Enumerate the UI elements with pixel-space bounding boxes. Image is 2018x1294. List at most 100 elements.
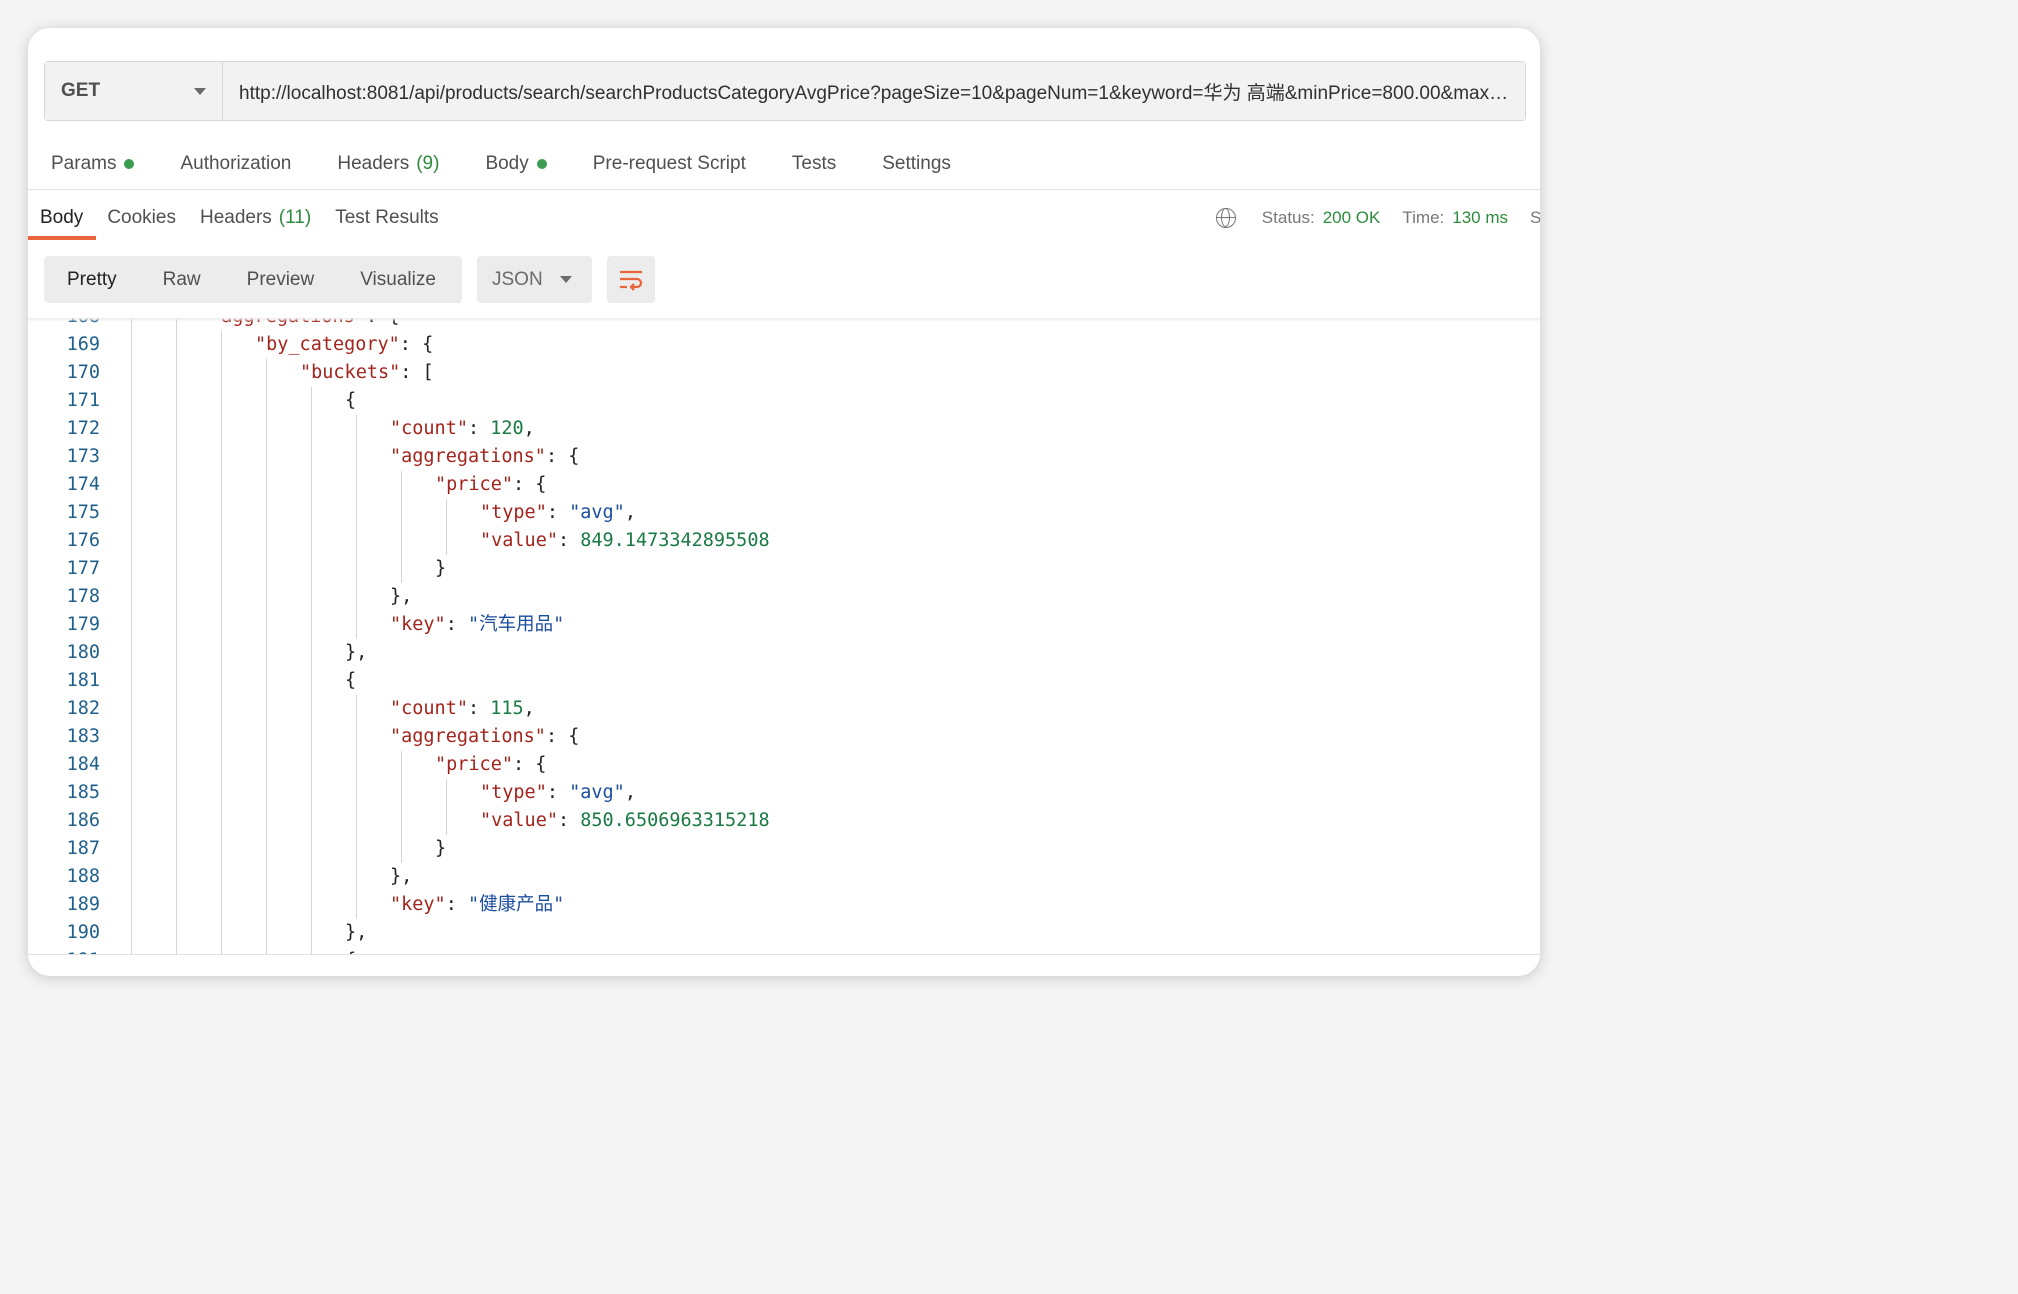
url-input[interactable]: http://localhost:8081/api/products/searc… <box>223 62 1525 120</box>
status-value[interactable]: 200 OK <box>1323 208 1381 228</box>
tab-settings[interactable]: Settings <box>882 153 951 175</box>
tab-tests[interactable]: Tests <box>792 153 836 175</box>
view-raw-button[interactable]: Raw <box>140 256 224 303</box>
tab-label: Pre-request Script <box>592 153 746 174</box>
view-visualize-button[interactable]: Visualize <box>337 256 459 303</box>
response-tab-headers[interactable]: Headers (11) <box>200 207 311 229</box>
indent-guide <box>356 751 357 779</box>
line-number: 191 <box>28 947 100 954</box>
indent-guide <box>446 499 447 527</box>
size-label[interactable]: S <box>1530 208 1540 228</box>
json-punctuation: } <box>435 558 447 579</box>
request-tabs: Params Authorization Headers (9) Body Pre-req… <box>51 146 997 182</box>
indent-guide <box>266 583 267 611</box>
indent-guide <box>176 779 177 807</box>
code-line: 189 "key": "健康产品" <box>28 891 1540 919</box>
line-number: 184 <box>66 754 100 775</box>
indent-guide <box>266 891 267 919</box>
indent-guide <box>266 415 267 443</box>
indent-guide <box>356 443 357 471</box>
json-string: "avg" <box>569 782 625 803</box>
tab-authorization[interactable]: Authorization <box>180 153 291 175</box>
indent-guide <box>221 947 222 954</box>
json-punctuation: } <box>435 838 447 859</box>
code-line: 190}, <box>28 919 1540 947</box>
indent-guide <box>356 415 357 443</box>
indent-guide <box>401 471 402 499</box>
json-punctuation: { <box>345 670 357 691</box>
tab-params[interactable]: Params <box>51 153 135 175</box>
indent-guide <box>176 835 177 863</box>
indent-guide <box>131 891 132 919</box>
json-key: "buckets" <box>300 362 401 383</box>
indent-guide <box>176 527 177 555</box>
json-punctuation: : <box>467 698 491 719</box>
code-line: 185 "type": "avg", <box>28 779 1540 807</box>
code-content: "aggregations": { <box>390 443 579 471</box>
response-status: Status: 200 OK Time: 130 ms S <box>1215 198 1540 238</box>
json-punctuation: : <box>445 614 468 635</box>
indent-guide <box>176 863 177 891</box>
active-tab-indicator <box>28 236 96 240</box>
code-line: 188}, <box>28 863 1540 891</box>
indent-guide <box>311 499 312 527</box>
tab-label: Test Results <box>335 207 439 228</box>
response-tab-cookies[interactable]: Cookies <box>107 207 176 229</box>
indent-guide <box>221 863 222 891</box>
format-select[interactable]: JSON <box>477 256 592 303</box>
indent-guide <box>176 919 177 947</box>
indent-guide <box>221 611 222 639</box>
indent-guide <box>311 779 312 807</box>
json-key: "count" <box>390 418 468 439</box>
indent-guide <box>311 555 312 583</box>
tab-pre-request-script[interactable]: Pre-request Script <box>593 153 746 175</box>
json-string: "avg" <box>569 502 625 523</box>
code-line: 178}, <box>28 583 1540 611</box>
wrap-lines-button[interactable] <box>607 256 655 303</box>
indent-guide <box>266 359 267 387</box>
code-line: 170 "buckets": [ <box>28 359 1540 387</box>
indent-guide <box>131 443 132 471</box>
tab-headers[interactable]: Headers (9) <box>337 153 439 175</box>
indent-guide <box>131 359 132 387</box>
response-body-editor[interactable]: 168"aggregations": {169"by_category": {1… <box>28 318 1540 954</box>
tab-label: Params <box>51 153 117 174</box>
request-url-bar: GET http://localhost:8081/api/products/s… <box>44 61 1526 121</box>
code-content: "price": { <box>435 471 546 499</box>
indent-guide <box>131 387 132 415</box>
json-key: "value" <box>480 530 558 551</box>
indent-guide <box>401 835 402 863</box>
indent-guide <box>221 723 222 751</box>
json-punctuation: { <box>345 390 357 411</box>
indent-guide <box>401 807 402 835</box>
response-tab-test-results[interactable]: Test Results <box>335 207 438 229</box>
line-number: 169 <box>66 334 100 355</box>
response-tab-body[interactable]: Body <box>40 207 83 229</box>
indent-guide <box>131 751 132 779</box>
json-key: "key" <box>390 614 446 635</box>
globe-icon[interactable] <box>1215 208 1236 228</box>
indent-guide <box>311 667 312 695</box>
indent-guide <box>266 919 267 947</box>
time-value[interactable]: 130 ms <box>1452 208 1508 228</box>
indent-guide <box>266 555 267 583</box>
code-content: { <box>345 667 356 695</box>
json-key: "aggregations" <box>390 446 546 467</box>
method-select[interactable]: GET <box>45 62 223 120</box>
view-pretty-button[interactable]: Pretty <box>44 256 140 303</box>
json-punctuation: , <box>624 782 636 803</box>
indent-guide <box>311 891 312 919</box>
indent-guide <box>176 359 177 387</box>
indent-guide <box>311 527 312 555</box>
indent-guide <box>356 695 357 723</box>
tab-body[interactable]: Body <box>485 153 547 175</box>
indent-guide <box>131 555 132 583</box>
indent-guide <box>221 835 222 863</box>
line-number: 188 <box>66 866 100 887</box>
view-preview-button[interactable]: Preview <box>224 256 338 303</box>
indent-guide <box>131 331 132 359</box>
indent-guide <box>221 583 222 611</box>
indent-guide <box>176 611 177 639</box>
code-line: 174 "price": { <box>28 471 1540 499</box>
json-punctuation: }, <box>390 586 413 607</box>
